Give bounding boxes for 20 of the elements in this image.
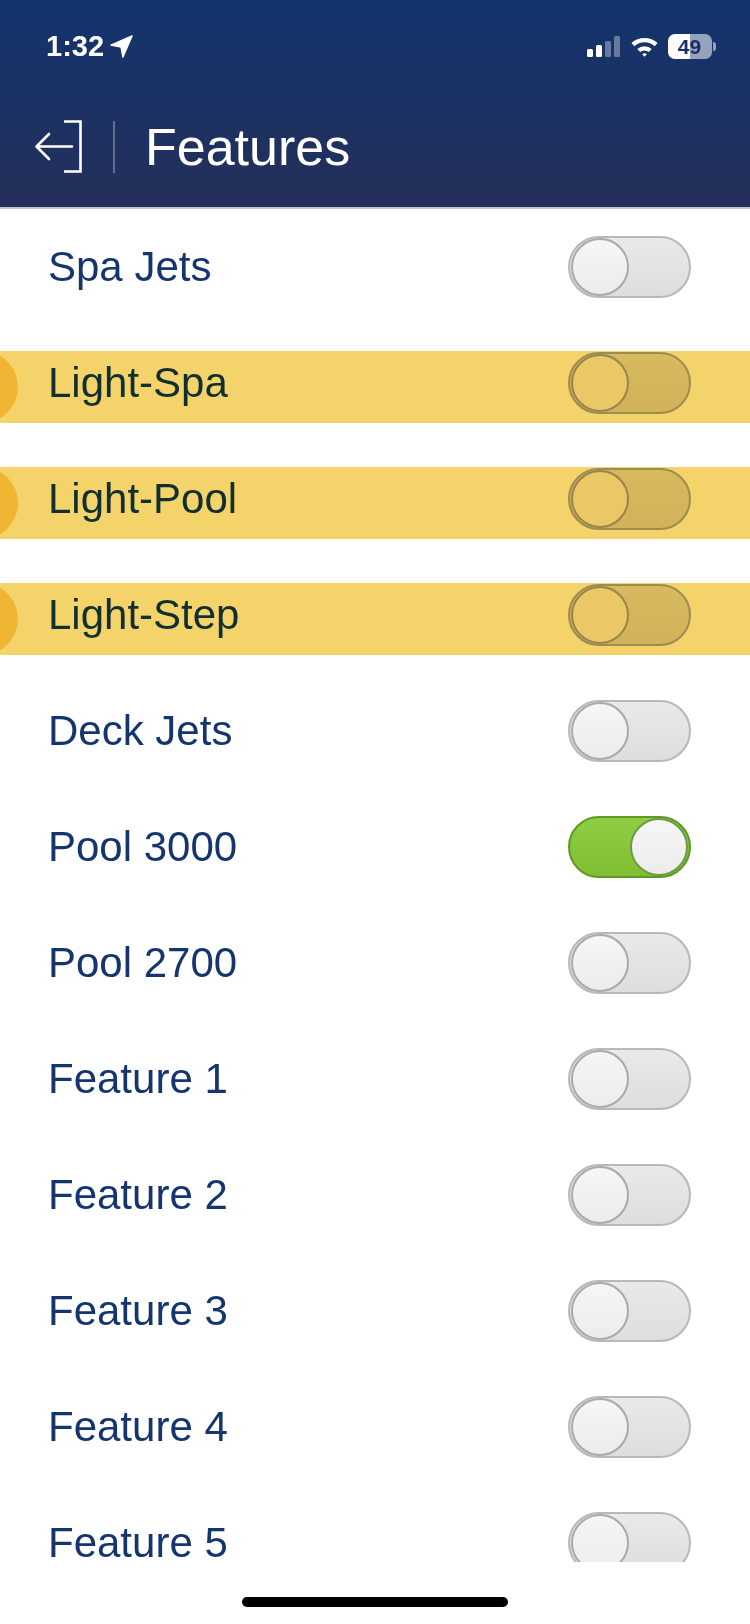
feature-label: Feature 4 bbox=[48, 1402, 228, 1452]
feature-label: Feature 5 bbox=[48, 1518, 228, 1562]
feature-label: Light-Spa bbox=[48, 358, 228, 408]
feature-label: Light-Step bbox=[48, 590, 240, 640]
feature-label: Feature 3 bbox=[48, 1286, 228, 1336]
wifi-icon bbox=[630, 35, 659, 57]
feature-label: Pool 3000 bbox=[48, 822, 238, 872]
feature-label: Feature 1 bbox=[48, 1054, 228, 1104]
toggle-switch[interactable] bbox=[568, 1512, 691, 1562]
exit-icon[interactable] bbox=[34, 120, 83, 173]
status-time: 1:32 bbox=[46, 29, 105, 63]
feature-label: Feature 2 bbox=[48, 1170, 228, 1220]
page-title: Features bbox=[145, 116, 351, 177]
feature-label: Pool 2700 bbox=[48, 938, 238, 988]
battery-indicator: 49 bbox=[668, 33, 716, 59]
location-arrow-icon bbox=[110, 34, 134, 58]
feature-label: Light-Pool bbox=[48, 474, 238, 524]
feature-label: Deck Jets bbox=[48, 706, 233, 756]
feature-label: Spa Jets bbox=[48, 242, 212, 292]
signal-icon bbox=[587, 35, 621, 57]
